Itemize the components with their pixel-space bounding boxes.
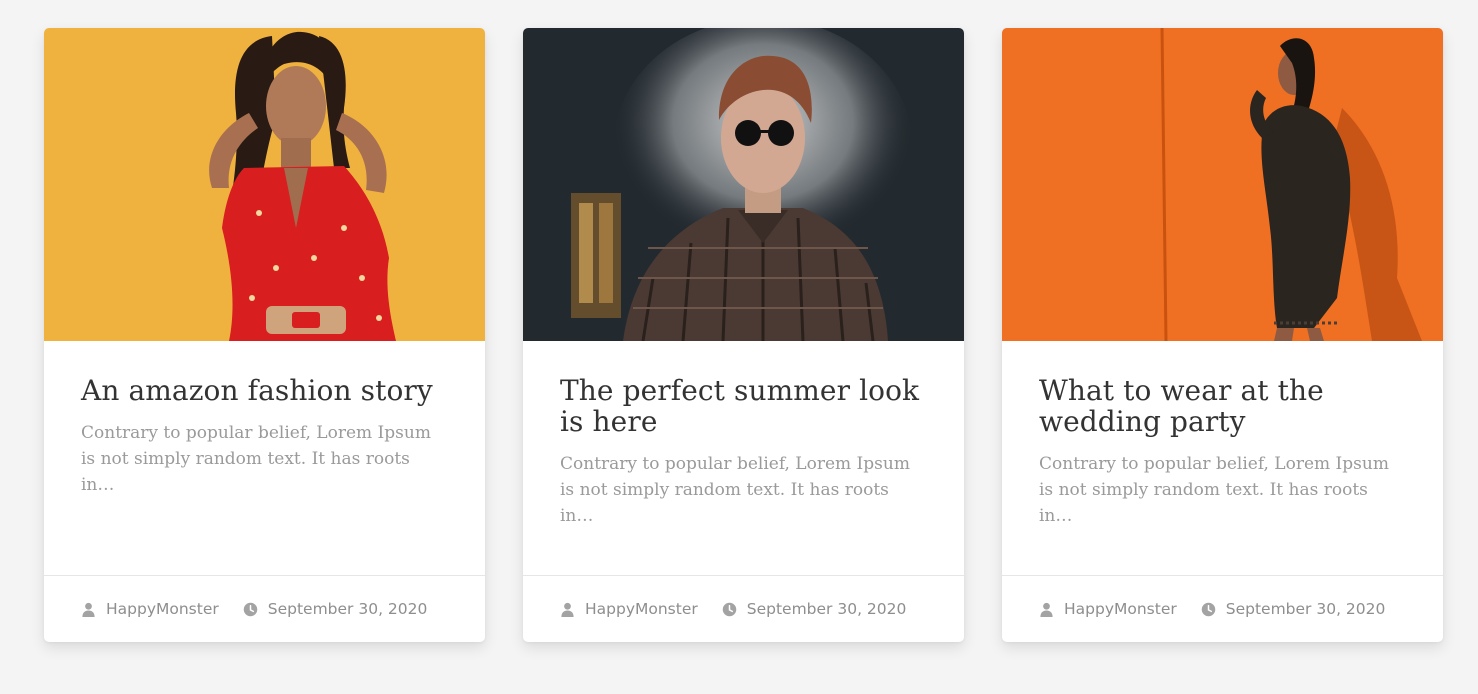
post-excerpt: Contrary to popular belief, Lorem Ipsum … xyxy=(81,423,431,495)
user-icon xyxy=(561,602,574,617)
post-author[interactable]: HappyMonster xyxy=(560,600,698,618)
post-excerpt: Contrary to popular belief, Lorem Ipsum … xyxy=(560,454,910,526)
post-title[interactable]: What to wear at the wedding party xyxy=(1039,375,1405,437)
post-author-name: HappyMonster xyxy=(585,600,698,618)
clock-icon xyxy=(1201,602,1215,616)
post-author[interactable]: HappyMonster xyxy=(81,600,219,618)
post-meta: HappyMonster September 30, 2020 xyxy=(1002,575,1443,642)
post-excerpt: Contrary to popular belief, Lorem Ipsum … xyxy=(1039,454,1389,526)
post-author-name: HappyMonster xyxy=(106,600,219,618)
clock-icon xyxy=(722,602,736,616)
post-image[interactable] xyxy=(44,28,485,341)
post-title[interactable]: An amazon fashion story xyxy=(81,375,447,406)
post-image[interactable] xyxy=(523,28,964,341)
post-date-text: September 30, 2020 xyxy=(1225,600,1386,618)
post-body: What to wear at the wedding party Contra… xyxy=(1002,341,1443,575)
user-icon xyxy=(1040,602,1053,617)
blog-post-grid: An amazon fashion story Contrary to popu… xyxy=(44,28,1443,642)
post-card[interactable]: The perfect summer look is here Contrary… xyxy=(523,28,964,642)
post-author-name: HappyMonster xyxy=(1064,600,1177,618)
user-icon xyxy=(82,602,95,617)
post-body: An amazon fashion story Contrary to popu… xyxy=(44,341,485,575)
post-body: The perfect summer look is here Contrary… xyxy=(523,341,964,575)
post-date: September 30, 2020 xyxy=(722,600,907,618)
post-meta: HappyMonster September 30, 2020 xyxy=(44,575,485,642)
post-meta: HappyMonster September 30, 2020 xyxy=(523,575,964,642)
clock-icon xyxy=(243,602,257,616)
post-author[interactable]: HappyMonster xyxy=(1039,600,1177,618)
post-date: September 30, 2020 xyxy=(1201,600,1386,618)
post-title[interactable]: The perfect summer look is here xyxy=(560,375,926,437)
post-card[interactable]: What to wear at the wedding party Contra… xyxy=(1002,28,1443,642)
post-date: September 30, 2020 xyxy=(243,600,428,618)
post-card[interactable]: An amazon fashion story Contrary to popu… xyxy=(44,28,485,642)
post-image[interactable] xyxy=(1002,28,1443,341)
post-date-text: September 30, 2020 xyxy=(267,600,428,618)
post-date-text: September 30, 2020 xyxy=(746,600,907,618)
